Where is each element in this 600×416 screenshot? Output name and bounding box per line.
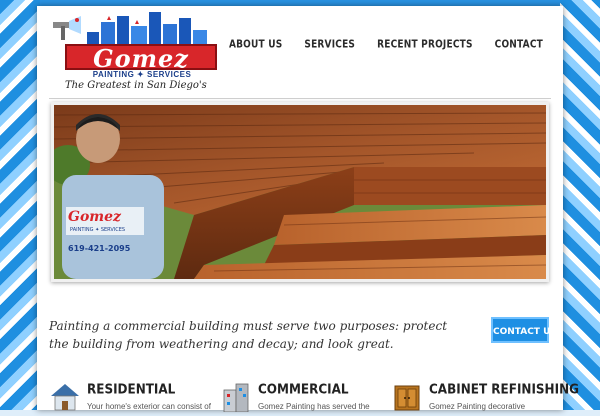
contact-us-button[interactable]: CONTACT US bbox=[491, 317, 557, 343]
shirt-subtitle: PAINTING ✦ SERVICES bbox=[70, 227, 125, 233]
service-title: CABINET REFINISHING bbox=[429, 381, 579, 397]
service-title: COMMERCIAL bbox=[258, 381, 349, 397]
nav-services[interactable]: SERVICES bbox=[304, 39, 355, 51]
site-logo[interactable]: Gomez PAINTING ✦ SERVICES The Greatest i… bbox=[47, 10, 217, 96]
intro-text: Painting a commercial building must serv… bbox=[49, 319, 448, 351]
background-left-stripes bbox=[0, 0, 40, 410]
nav-recent-projects[interactable]: RECENT PROJECTS bbox=[377, 39, 473, 51]
service-residential[interactable]: RESIDENTIAL Your home's exterior can con… bbox=[49, 380, 217, 416]
nav-contact[interactable]: CONTACT bbox=[495, 39, 543, 51]
service-commercial[interactable]: COMMERCIAL Gomez Painting has served the bbox=[220, 380, 388, 416]
service-cabinet-refinishing[interactable]: CABINET REFINISHING Gomez Painting decor… bbox=[391, 380, 579, 416]
cabinet-icon bbox=[394, 385, 420, 411]
main-nav: ABOUT US SERVICES RECENT PROJECTS CONTAC… bbox=[229, 39, 543, 51]
header-divider bbox=[49, 98, 551, 99]
shirt-brand: Gomez bbox=[68, 209, 122, 225]
logo-brand-text: Gomez bbox=[65, 44, 217, 72]
logo-tagline: The Greatest in San Diego's bbox=[65, 80, 207, 91]
hero-image: Gomez PAINTING ✦ SERVICES 619-421-2095 bbox=[51, 102, 549, 282]
service-title: RESIDENTIAL bbox=[87, 381, 176, 397]
shirt-phone: 619-421-2095 bbox=[68, 244, 131, 253]
house-icon bbox=[51, 384, 79, 411]
logo-subtitle: PAINTING ✦ SERVICES bbox=[92, 70, 192, 79]
background-right-stripes bbox=[560, 0, 600, 410]
page-container: Gomez PAINTING ✦ SERVICES The Greatest i… bbox=[37, 6, 579, 412]
nav-about-us[interactable]: ABOUT US bbox=[229, 39, 282, 51]
building-icon bbox=[223, 383, 249, 412]
spray-gun-icon bbox=[53, 16, 81, 40]
